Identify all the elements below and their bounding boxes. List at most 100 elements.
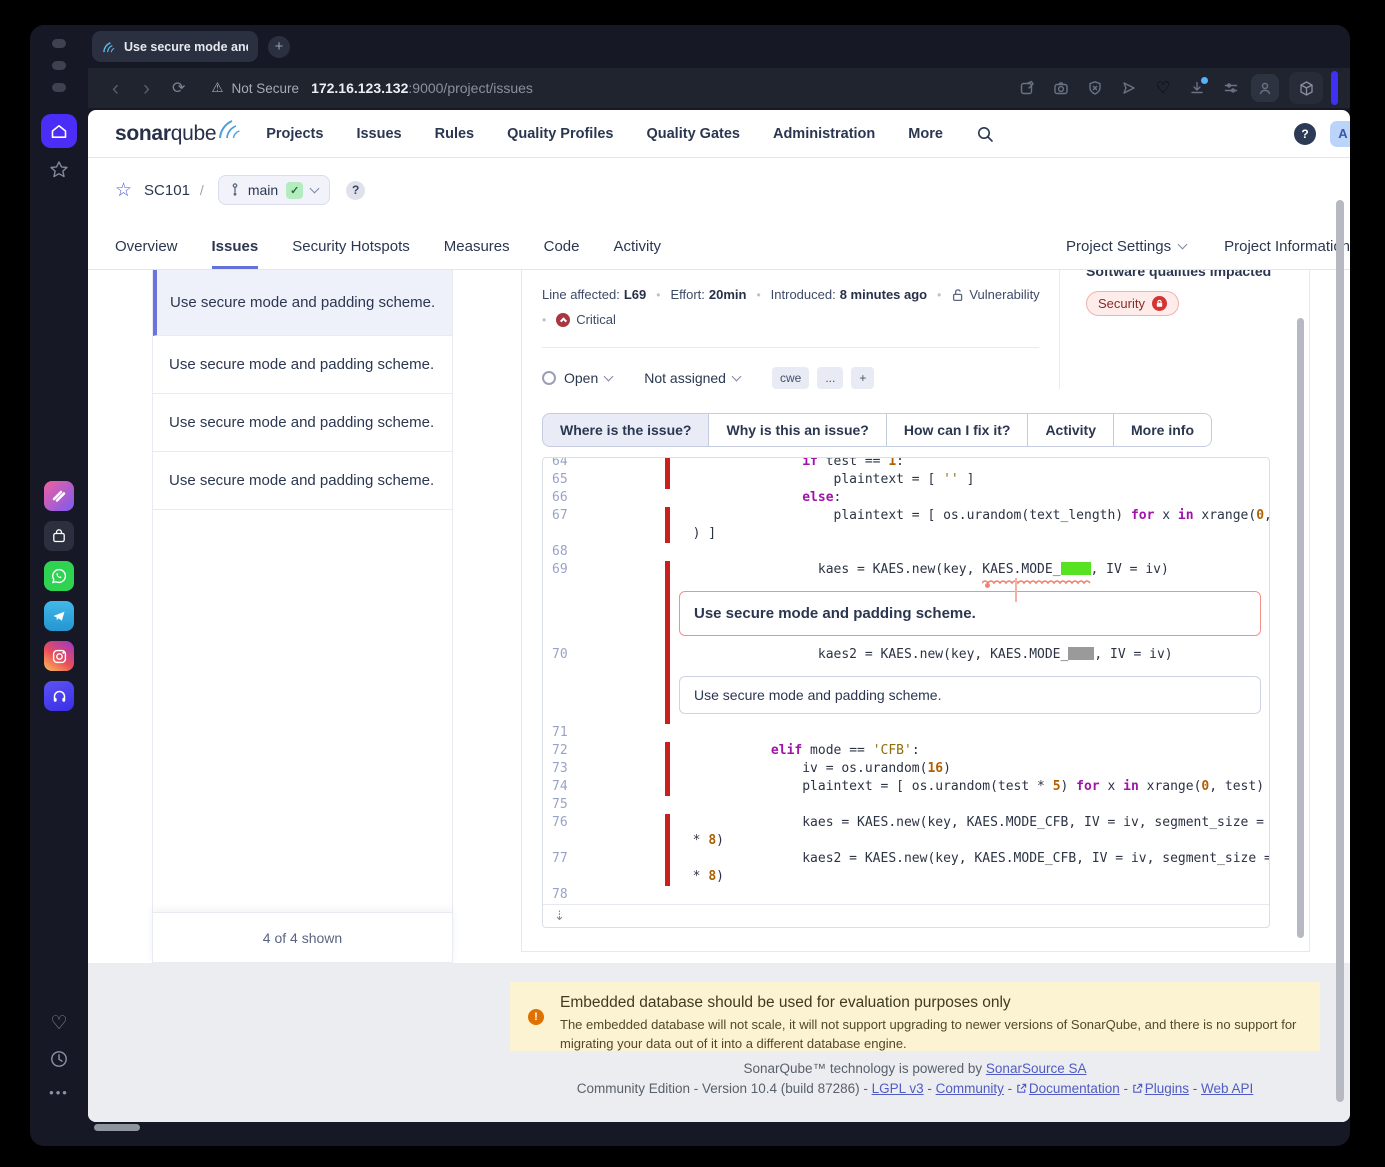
- reload-icon[interactable]: ⟳: [162, 78, 195, 98]
- tab-issues[interactable]: Issues: [211, 238, 259, 269]
- window-controls[interactable]: [52, 39, 66, 92]
- shield-x-icon[interactable]: [1081, 74, 1109, 102]
- line-number[interactable]: 65: [543, 471, 665, 489]
- window-control-dot[interactable]: [52, 39, 66, 48]
- lgpl-link[interactable]: LGPL v3: [872, 1081, 924, 1096]
- tag-cwe[interactable]: cwe: [771, 367, 810, 389]
- profile-icon[interactable]: [1251, 74, 1279, 102]
- line-number[interactable]: 66: [543, 489, 665, 507]
- whatsapp-icon[interactable]: [44, 561, 74, 591]
- tag-add-button[interactable]: +: [851, 367, 875, 389]
- line-number[interactable]: 68: [543, 543, 665, 561]
- line-number[interactable]: 77: [543, 850, 665, 868]
- community-link[interactable]: Community: [936, 1081, 1004, 1096]
- home-button[interactable]: [41, 114, 77, 148]
- url-text[interactable]: 172.16.123.132:9000/project/issues: [311, 80, 533, 96]
- page-bottom: ! Embedded database should be used for e…: [88, 963, 1350, 1122]
- assignee-dropdown[interactable]: Not assigned: [644, 370, 742, 386]
- branch-help-icon[interactable]: ?: [346, 180, 366, 200]
- issue-list-item[interactable]: Use secure mode and padding scheme.: [153, 336, 452, 394]
- tab-activity[interactable]: Activity: [1027, 413, 1115, 447]
- issue-message-box[interactable]: Use secure mode and padding scheme.: [679, 676, 1261, 714]
- line-number[interactable]: 69: [543, 561, 665, 579]
- headphones-icon[interactable]: [44, 681, 74, 711]
- issue-list-item[interactable]: Use secure mode and padding scheme.: [153, 394, 452, 452]
- line-number[interactable]: 75: [543, 796, 665, 814]
- line-number[interactable]: 67: [543, 507, 665, 525]
- sliders-icon[interactable]: [1217, 74, 1245, 102]
- security-quality-badge[interactable]: Security: [1086, 291, 1179, 316]
- favorite-star-icon[interactable]: ☆: [115, 179, 132, 202]
- tab-more-info[interactable]: More info: [1113, 413, 1213, 447]
- edit-icon[interactable]: [1013, 74, 1041, 102]
- sonarqube-logo[interactable]: sonar qube: [115, 119, 244, 146]
- issue-list-item[interactable]: Use secure mode and padding scheme.: [153, 452, 452, 510]
- nav-item-quality-gates[interactable]: Quality Gates: [646, 126, 739, 142]
- project-information-link[interactable]: Project Information: [1224, 238, 1350, 255]
- documentation-link[interactable]: Documentation: [1029, 1081, 1120, 1096]
- issue-highlight-range[interactable]: KAES.MODE_: [982, 561, 1091, 602]
- tab-security-hotspots[interactable]: Security Hotspots: [292, 238, 410, 269]
- code-text: [670, 724, 677, 742]
- page-scrollbar[interactable]: [1336, 200, 1344, 1102]
- tab-activity[interactable]: Activity: [613, 238, 661, 269]
- issue-list-item-selected[interactable]: Use secure mode and padding scheme.: [153, 270, 452, 336]
- instagram-icon[interactable]: [44, 641, 74, 671]
- favorite-heart-icon[interactable]: ♡: [1149, 74, 1177, 102]
- expand-lines-button[interactable]: ⇣: [543, 904, 1269, 927]
- line-number[interactable]: 72: [543, 742, 665, 760]
- browser-tab[interactable]: Use secure mode and pa: [92, 31, 258, 62]
- detail-scrollbar[interactable]: [1297, 318, 1304, 938]
- tab-overview[interactable]: Overview: [115, 238, 178, 269]
- plugins-link[interactable]: Plugins: [1145, 1081, 1189, 1096]
- search-icon[interactable]: [976, 125, 994, 143]
- camera-icon[interactable]: [1047, 74, 1075, 102]
- window-control-dot[interactable]: [52, 61, 66, 70]
- tab-why-is-this-an-issue[interactable]: Why is this an issue?: [708, 413, 887, 447]
- download-icon[interactable]: [1183, 74, 1211, 102]
- line-number[interactable]: 74: [543, 778, 665, 796]
- nav-item-administration[interactable]: Administration: [773, 126, 875, 142]
- extensions-cube-icon[interactable]: [1289, 72, 1323, 104]
- issue-message-box-selected[interactable]: Use secure mode and padding scheme.: [679, 591, 1261, 636]
- new-tab-button[interactable]: +: [268, 35, 290, 58]
- project-settings-menu[interactable]: Project Settings: [1066, 238, 1188, 255]
- window-control-dot[interactable]: [52, 83, 66, 92]
- line-number[interactable]: 73: [543, 760, 665, 778]
- line-number[interactable]: 76: [543, 814, 665, 832]
- project-name[interactable]: SC101: [144, 182, 190, 199]
- line-number[interactable]: 70: [543, 646, 665, 664]
- nav-item-issues[interactable]: Issues: [356, 126, 401, 142]
- code-line: 65 plaintext = [ '' ]: [543, 471, 1269, 489]
- telegram-icon[interactable]: [44, 601, 74, 631]
- tab-how-can-i-fix-it[interactable]: How can I fix it?: [885, 413, 1029, 447]
- heart-icon[interactable]: ♡: [50, 1014, 67, 1033]
- forward-icon[interactable]: ›: [131, 78, 162, 99]
- nav-item-projects[interactable]: Projects: [266, 126, 323, 142]
- favorites-star-icon[interactable]: [48, 159, 70, 181]
- tab-code[interactable]: Code: [544, 238, 580, 269]
- help-button[interactable]: ?: [1294, 122, 1316, 145]
- nav-item-quality-profiles[interactable]: Quality Profiles: [507, 126, 613, 142]
- line-number[interactable]: 64: [543, 458, 665, 471]
- branch-selector[interactable]: main ✓: [217, 175, 331, 205]
- horizontal-scrollbar[interactable]: [94, 1124, 140, 1131]
- nav-item-more[interactable]: More: [908, 126, 943, 142]
- user-avatar[interactable]: A: [1330, 120, 1350, 147]
- tab-where-is-the-issue[interactable]: Where is the issue?: [542, 413, 710, 447]
- nav-item-rules[interactable]: Rules: [435, 126, 475, 142]
- not-secure-indicator[interactable]: ⚠ Not Secure: [211, 80, 299, 96]
- status-dropdown[interactable]: Open: [542, 370, 614, 386]
- tag-more[interactable]: ...: [817, 367, 844, 389]
- line-number[interactable]: 71: [543, 724, 665, 742]
- history-clock-icon[interactable]: [49, 1049, 69, 1069]
- send-icon[interactable]: [1115, 74, 1143, 102]
- shopping-bag-icon[interactable]: [44, 521, 74, 551]
- webapi-link[interactable]: Web API: [1201, 1081, 1253, 1096]
- tab-measures[interactable]: Measures: [444, 238, 510, 269]
- gradient-app-icon[interactable]: [44, 481, 74, 511]
- more-options-icon[interactable]: •••: [49, 1085, 69, 1100]
- back-icon[interactable]: ‹: [100, 78, 131, 99]
- sonarsource-link[interactable]: SonarSource SA: [986, 1061, 1087, 1076]
- line-number[interactable]: 78: [543, 886, 665, 904]
